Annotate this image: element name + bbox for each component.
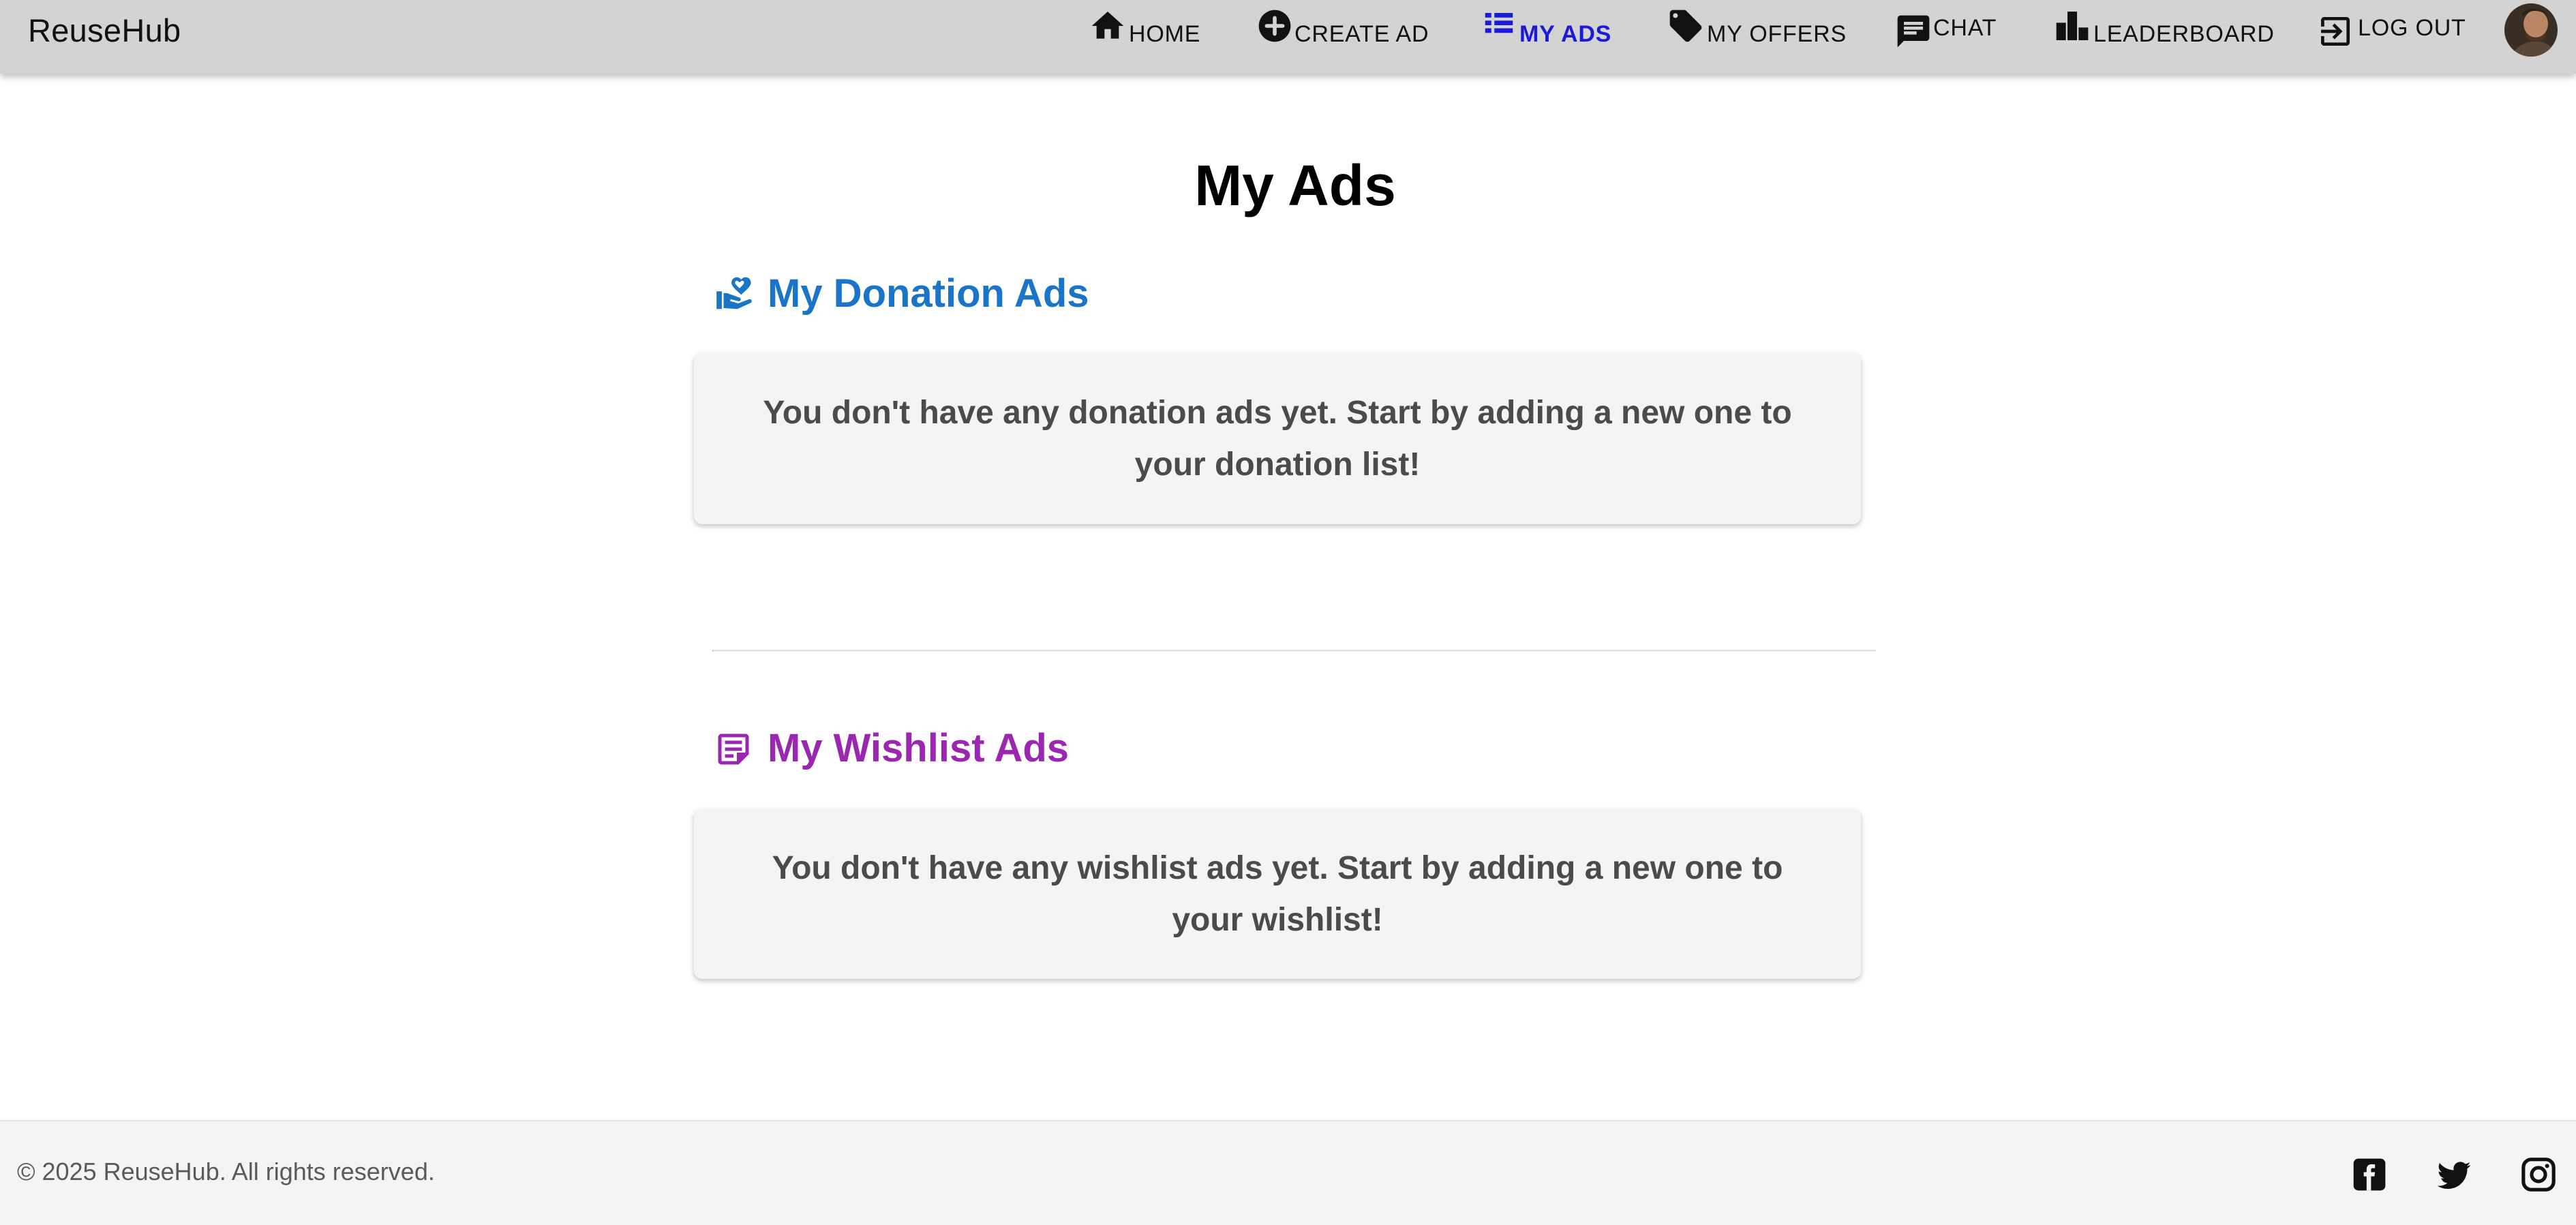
wishlist-section-title: My Wishlist Ads bbox=[768, 726, 1070, 770]
nav-logout-label: LOG OUT bbox=[2358, 15, 2466, 41]
wishlist-empty-state-card: You don't have any wishlist ads yet. Sta… bbox=[694, 809, 1861, 979]
nav-leaderboard[interactable]: LEADERBOARD bbox=[2053, 7, 2274, 55]
facebook-icon[interactable] bbox=[2350, 1155, 2389, 1194]
donation-empty-message: You don't have any donation ads yet. Sta… bbox=[763, 394, 1792, 483]
page-title: My Ads bbox=[1194, 153, 1396, 217]
app-bar: ReuseHub HOME CREATE AD MY ADS MY OFFERS bbox=[0, 0, 2576, 74]
twitter-icon[interactable] bbox=[2435, 1155, 2473, 1194]
donation-empty-state-card: You don't have any donation ads yet. Sta… bbox=[694, 353, 1861, 524]
sticky-note-icon bbox=[718, 734, 749, 765]
tag-icon bbox=[1669, 10, 1702, 42]
nav-logout[interactable]: LOG OUT bbox=[2316, 7, 2466, 55]
nav-my-ads[interactable]: MY ADS bbox=[1481, 7, 1617, 55]
nav-create-ad[interactable]: CREATE AD bbox=[1256, 7, 1429, 55]
nav-my-offers[interactable]: MY OFFERS bbox=[1667, 7, 1846, 55]
nav-create-ad-label: CREATE AD bbox=[1294, 21, 1429, 47]
nav-home-label: HOME bbox=[1129, 21, 1201, 47]
nav-chat[interactable]: CHAT bbox=[1894, 7, 2000, 55]
brand-logo-text[interactable]: ReuseHub bbox=[28, 12, 181, 49]
user-avatar[interactable] bbox=[2504, 3, 2558, 57]
avatar-photo bbox=[2504, 3, 2558, 57]
wishlist-empty-message: You don't have any wishlist ads yet. Sta… bbox=[772, 849, 1783, 938]
section-divider bbox=[712, 650, 1876, 652]
nav-leaderboard-label: LEADERBOARD bbox=[2093, 21, 2275, 47]
donation-section-title: My Donation Ads bbox=[768, 271, 1089, 316]
nav-my-offers-label: MY OFFERS bbox=[1707, 21, 1847, 47]
leaderboard-icon bbox=[2056, 12, 2089, 40]
nav-home[interactable]: HOME bbox=[1089, 7, 1201, 55]
nav-my-ads-label: MY ADS bbox=[1519, 21, 1612, 47]
footer: © 2025 ReuseHub. All rights reserved. bbox=[0, 1120, 2576, 1225]
nav-chat-label: CHAT bbox=[1933, 15, 1997, 41]
copyright-text: © 2025 ReuseHub. All rights reserved. bbox=[17, 1158, 435, 1185]
volunteer-hand-heart-icon bbox=[716, 277, 752, 309]
list-icon bbox=[1485, 13, 1513, 33]
logout-icon bbox=[2321, 17, 2350, 46]
add-circle-icon bbox=[1258, 10, 1291, 42]
chat-icon bbox=[1897, 15, 1930, 48]
instagram-icon[interactable] bbox=[2519, 1155, 2558, 1194]
home-icon bbox=[1091, 12, 1124, 39]
